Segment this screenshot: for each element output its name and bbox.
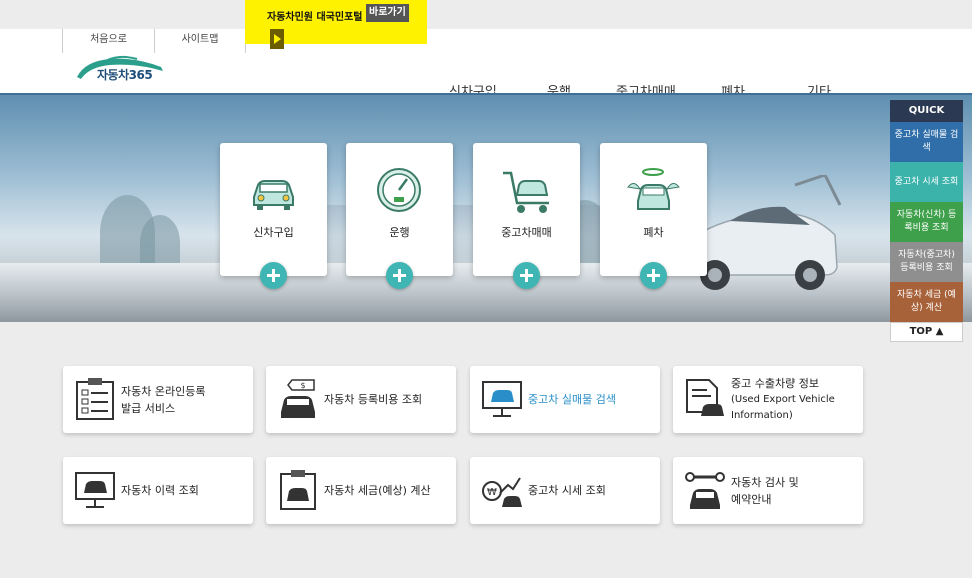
card-driving[interactable]: 운행 [346,143,453,289]
card-used-car[interactable]: 중고차매매 [473,143,580,289]
new-car-icon [253,180,294,210]
top-bar [0,0,972,29]
service-inspection[interactable]: 자동차 검사 및예약안내 [673,457,863,524]
home-link[interactable]: 처음으로 [62,29,154,53]
won-chart-icon: ₩ [482,477,522,507]
main-nav: 신차구입 운행 중고차매매 폐차 기타 [0,80,972,94]
service-online-registration[interactable]: 자동차 온라인등록발급 서비스 [63,366,253,433]
quick-new-car-reg-cost[interactable]: 자동차(신차) 등록비용 조회 [890,202,963,242]
angel-car-icon [627,168,680,210]
service-label: 자동차 세금(예상) 계산 [324,484,431,497]
service-registration-cost[interactable]: $ 자동차 등록비용 조회 [266,366,456,433]
card-scrap[interactable]: 폐차 [600,143,707,289]
top-button[interactable]: TOP ▲ [890,322,963,342]
speedometer-icon [377,168,421,212]
quick-title: QUICK [890,100,963,122]
document-car-icon [686,379,724,416]
quick-used-car-search[interactable]: 중고차 실매물 검색 [890,122,963,162]
sitemap-link[interactable]: 사이트맵 [154,29,246,53]
quick-tax-calc[interactable]: 자동차 세금 (예상) 계산 [890,282,963,322]
service-label: 중고차 실매물 검색 [528,393,616,406]
utility-nav: 처음으로 사이트맵 [62,29,246,53]
promo-banner[interactable]: 자동차민원 대국민포털 바로가기 [245,0,427,49]
plus-icon[interactable] [260,262,287,289]
play-icon[interactable] [270,29,284,49]
promo-text: 자동차민원 대국민포털 [267,12,363,23]
plus-icon[interactable] [640,262,667,289]
cart-car-icon [503,171,549,213]
service-sublabel: 발급 서비스 [121,401,176,415]
service-sublabel: (Used Export Vehicle Information) [731,394,835,421]
card-label: 운행 [389,226,410,239]
service-export-vehicle[interactable]: 중고 수출차량 정보 (Used Export Vehicle Informati… [673,366,863,433]
clipboard-car-icon [280,470,316,510]
tree-decoration [140,215,180,270]
plus-icon[interactable] [386,262,413,289]
service-label: 자동차 이력 조회 [121,484,199,497]
card-label: 신차구입 [253,226,294,239]
plus-icon[interactable] [513,262,540,289]
service-label: 중고차 시세 조회 [528,484,606,497]
card-label: 중고차매매 [501,226,552,239]
service-used-car-price[interactable]: ₩ 중고차 시세 조회 [470,457,660,524]
monitor-history-icon [75,472,115,508]
quick-used-car-price[interactable]: 중고차 시세 조회 [890,162,963,202]
service-history[interactable]: 자동차 이력 조회 [63,457,253,524]
car-price-tag-icon: $ [281,379,315,418]
service-sublabel: 예약안내 [731,492,772,506]
service-used-car-search[interactable]: 중고차 실매물 검색 [470,366,660,433]
monitor-car-icon [482,381,522,417]
quick-menu: QUICK 중고차 실매물 검색 중고차 시세 조회 자동차(신차) 등록비용 … [890,100,963,342]
wrench-car-icon [685,472,725,509]
checklist-icon [76,378,114,420]
card-label: 폐차 [643,226,664,239]
quick-used-car-reg-cost[interactable]: 자동차(중고차) 등록비용 조회 [890,242,963,282]
card-new-car[interactable]: 신차구입 [220,143,327,289]
service-label: 자동차 등록비용 조회 [324,393,423,406]
service-label: 자동차 검사 및 [731,475,799,489]
svg-text:$: $ [300,381,305,390]
promo-go-button[interactable]: 바로가기 [366,4,409,22]
svg-text:₩: ₩ [487,487,497,498]
service-label: 중고 수출차량 정보 [731,377,819,390]
service-tax-calc[interactable]: 자동차 세금(예상) 계산 [266,457,456,524]
service-label: 자동차 온라인등록 [121,384,206,398]
